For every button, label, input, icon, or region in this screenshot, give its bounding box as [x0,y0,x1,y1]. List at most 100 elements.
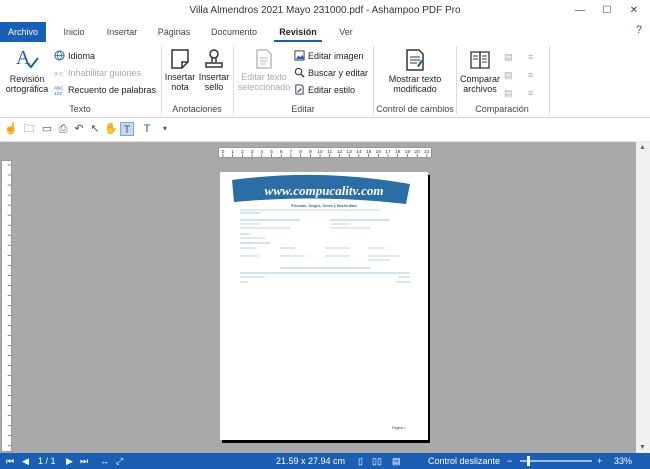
vertical-scrollbar[interactable]: ▲ ▼ [636,142,650,453]
ruler-number: 9 [309,149,312,154]
svg-text:123: 123 [54,91,62,95]
page-indicator[interactable]: 1 / 1 [38,456,56,466]
insert-stamp-button[interactable]: Insertar sello [198,48,230,92]
tab-paginas[interactable]: Páginas [152,22,196,42]
next-page-icon[interactable]: ▶ [66,456,73,467]
word-count-button[interactable]: ABC 123 Recuento de palabras [54,84,156,95]
view-single-icon[interactable]: ▯ [358,456,363,467]
ruler-number: 7 [290,149,293,154]
ruler-number: 2 [241,149,244,154]
edit-image-button[interactable]: Editar imagen [294,50,364,61]
ruler-number: 19 [405,149,411,154]
fit-page-icon[interactable]: ⤢ [116,456,123,467]
image-icon [294,50,305,61]
globe-icon [54,50,65,61]
svg-text:a-c: a-c [54,70,64,77]
tab-ver[interactable]: Ver [334,22,358,42]
edit-selected-text-button[interactable]: Editar texto seleccionado [236,48,292,92]
undo-icon[interactable]: ↶ [72,122,86,136]
spellcheck-button[interactable]: A Revisión ortográfica [4,46,50,94]
ruler-number: 13 [346,149,352,154]
pan-hand-icon[interactable]: ✋ [104,122,118,136]
add-text-icon[interactable]: T [140,122,154,136]
compare-option-6-icon[interactable]: ≡ [528,88,533,98]
text-tool-icon[interactable]: T [120,122,134,136]
ruler-number: 5 [270,149,273,154]
ruler-number: 20 [414,149,420,154]
ruler-number: 10 [317,149,323,154]
tab-inicio[interactable]: Inicio [56,22,92,42]
prev-page-icon[interactable]: ◀ [22,456,29,467]
print-icon[interactable]: ⎙ [56,122,70,136]
language-button[interactable]: Idioma [54,50,95,61]
scroll-up-icon[interactable]: ▲ [639,144,646,151]
zoom-slider[interactable] [520,456,592,466]
note-icon [171,49,189,69]
ruler-number: 16 [376,149,382,154]
page-size: 21.59 x 27.94 cm [276,456,346,466]
zoom-mode[interactable]: Control deslizante [428,456,500,466]
ruler-number: 4 [260,149,263,154]
hand-select-icon[interactable]: ☝ [4,122,18,136]
ruler-number: 3 [251,149,254,154]
maximize-button[interactable]: ☐ [597,3,617,18]
ruler-number: 17 [385,149,391,154]
quick-toolbar: ☝ 🗀 ▭ ⎙ ↶ ↖ ✋ T T ▾ [0,118,650,142]
open-folder-icon[interactable]: 🗀 [22,122,36,136]
style-icon [295,84,304,95]
last-page-icon[interactable]: ⏭ [80,456,88,467]
document-body-lines [240,209,410,283]
tab-insertar[interactable]: Insertar [100,22,144,42]
show-modified-text-button[interactable]: Mostrar texto modificado [378,48,452,94]
zoom-slider-thumb[interactable] [527,456,530,466]
status-bar: ⏮ ◀ 1 / 1 ▶ ⏭ ↔ ⤢ 21.59 x 27.94 cm ▯ ▯▯ … [0,453,650,469]
minimize-button[interactable]: — [570,3,590,18]
pdf-page[interactable]: www.compucalitv.com Películas, Juegos, S… [220,172,428,440]
compare-files-button[interactable]: Comparar archivos [458,48,502,94]
first-page-icon[interactable]: ⏮ [6,456,14,467]
close-button[interactable]: ✕ [624,3,644,18]
tab-documento[interactable]: Documento [206,22,262,42]
zoom-in-button[interactable]: + [597,456,602,466]
group-label-comparacion: Comparación [475,104,529,114]
help-icon[interactable]: ? [636,24,642,36]
ruler-number: 1 [231,149,234,154]
page-content: www.compucalitv.com Películas, Juegos, S… [232,174,410,430]
fit-width-icon[interactable]: ↔ [100,456,109,466]
watermark-text: www.compucalitv.com [265,183,384,198]
tab-archivo[interactable]: Archivo [0,22,46,42]
ruler-number: 15 [366,149,372,154]
view-scroll-icon[interactable]: ▤ [392,456,401,467]
horizontal-ruler: 0 1 2 3 4 5 6 7 8 9 10 11 12 13 14 15 16 17 18 19 20 21 [218,147,432,158]
word-count-icon: ABC123 [54,86,64,96]
scroll-down-icon[interactable]: ▼ [639,444,646,451]
view-double-icon[interactable]: ▯▯ [372,456,382,467]
group-label-texto: Texto [69,104,91,114]
stamp-icon [205,49,223,68]
ruler-number: 12 [337,149,343,154]
compare-option-3-icon[interactable]: ▤ [504,88,513,99]
tab-revision[interactable]: Revisión [274,22,322,42]
disable-hyphenation-button[interactable]: a-c Inhabilitar guiones [54,67,141,78]
window-title: Villa Almendros 2021 Mayo 231000.pdf - A… [189,5,461,16]
find-and-edit-button[interactable]: Buscar y editar [294,67,368,78]
group-label-editar: Editar [291,104,315,114]
compare-option-5-icon[interactable]: ≡ [528,70,533,80]
title-bar: Villa Almendros 2021 Mayo 231000.pdf - A… [0,0,650,22]
ribbon-separator [549,46,550,114]
edit-style-button[interactable]: Editar estilo [294,84,355,95]
zoom-out-button[interactable]: − [507,456,512,466]
hyphen-icon: a-c [54,70,64,77]
compare-option-4-icon[interactable]: ≡ [528,52,533,62]
save-icon[interactable]: ▭ [40,122,54,136]
insert-note-button[interactable]: Insertar nota [164,48,196,92]
group-label-anotaciones: Anotaciones [172,104,222,114]
pointer-icon[interactable]: ↖ [88,122,102,136]
tagline-text: Películas, Juegos, Series y Mucho Más! [291,204,357,208]
svg-text:ABC: ABC [54,86,64,91]
compare-option-1-icon[interactable]: ▤ [504,52,513,63]
toolbar-more-icon[interactable]: ▾ [158,122,172,136]
track-changes-icon [406,49,424,71]
compare-option-2-icon[interactable]: ▤ [504,70,513,81]
zoom-level[interactable]: 33% [614,456,632,466]
